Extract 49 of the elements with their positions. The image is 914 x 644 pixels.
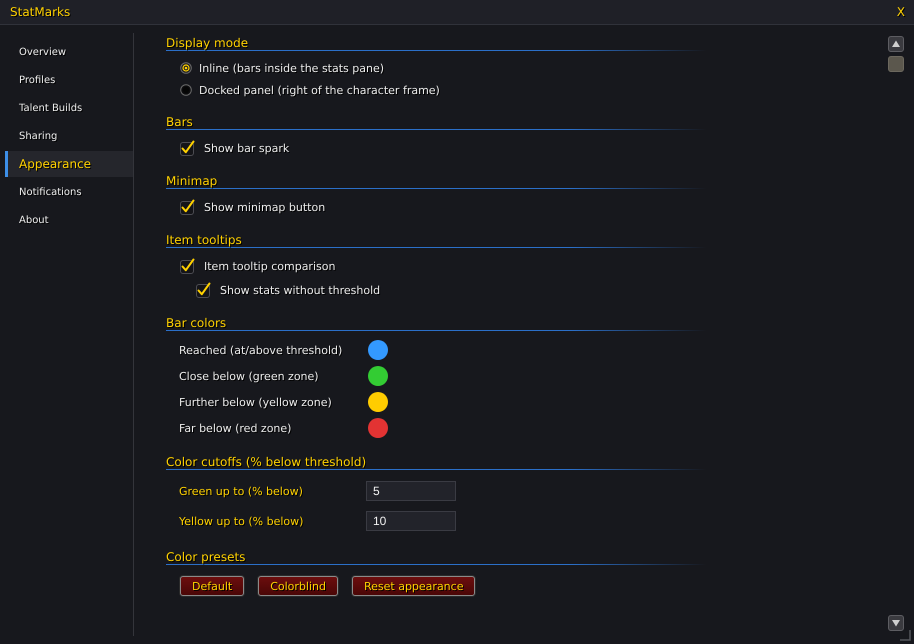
checkbox-checked-icon[interactable] xyxy=(179,140,195,156)
option-label[interactable]: Docked panel (right of the character frame) xyxy=(199,84,440,96)
preset-button[interactable]: Colorblind xyxy=(258,576,338,596)
scroll-up-button[interactable] xyxy=(888,36,904,52)
checkbox-checked-icon[interactable] xyxy=(179,258,195,274)
number-field[interactable]: 5 xyxy=(366,481,456,501)
checkbox-label[interactable]: Show stats without threshold xyxy=(220,284,380,296)
window-title: StatMarks xyxy=(10,5,70,19)
field-label: Green up to (% below) xyxy=(179,484,304,498)
section-heading: Color cutoffs (% below threshold) xyxy=(166,455,366,469)
sidebar-item[interactable]: Sharing xyxy=(5,122,133,150)
sidebar-item[interactable]: Talent Builds xyxy=(5,94,133,122)
color-swatch-icon[interactable] xyxy=(368,392,388,412)
color-swatch-icon[interactable] xyxy=(368,418,388,438)
checkbox-checked-icon[interactable] xyxy=(195,282,211,298)
checkbox-checked-icon[interactable] xyxy=(179,199,195,215)
sidebar-item[interactable]: Appearance xyxy=(5,151,133,177)
section-heading: Minimap xyxy=(166,174,218,188)
radio-selected-icon[interactable] xyxy=(180,62,192,74)
section-heading: Bar colors xyxy=(166,316,226,330)
preset-button[interactable]: Default xyxy=(180,576,244,596)
color-label: Close below (green zone) xyxy=(179,370,320,382)
radio-icon[interactable] xyxy=(180,84,192,96)
resize-grip-icon[interactable] xyxy=(899,629,911,641)
color-label: Further below (yellow zone) xyxy=(179,396,333,408)
color-label: Far below (red zone) xyxy=(179,422,292,434)
option-label[interactable]: Inline (bars inside the stats pane) xyxy=(199,62,384,74)
color-label: Reached (at/above threshold) xyxy=(179,344,344,356)
checkbox-label[interactable]: Item tooltip comparison xyxy=(204,260,336,272)
section-heading: Color presets xyxy=(166,550,246,564)
checkbox-label[interactable]: Show bar spark xyxy=(204,142,290,154)
sidebar-item[interactable]: Profiles xyxy=(5,66,133,94)
preset-button[interactable]: Reset appearance xyxy=(352,576,476,596)
sidebar-item[interactable]: Overview xyxy=(5,38,133,66)
section-heading: Bars xyxy=(166,115,193,129)
section-heading: Item tooltips xyxy=(166,233,242,247)
checkbox-label[interactable]: Show minimap button xyxy=(204,200,326,214)
scrollbar-thumb[interactable] xyxy=(888,56,904,72)
caret-down-icon xyxy=(891,618,901,628)
scroll-down-button[interactable] xyxy=(888,615,904,631)
field-label: Yellow up to (% below) xyxy=(179,514,304,528)
color-swatch-icon[interactable] xyxy=(368,366,388,386)
color-swatch-icon[interactable] xyxy=(368,340,388,360)
number-field[interactable]: 10 xyxy=(366,511,456,531)
sidebar-item[interactable]: Notifications xyxy=(5,178,133,206)
caret-up-icon xyxy=(891,39,901,49)
close-button[interactable]: X xyxy=(894,5,908,19)
sidebar-item[interactable]: About xyxy=(5,206,133,234)
section-heading: Display mode xyxy=(166,36,248,50)
